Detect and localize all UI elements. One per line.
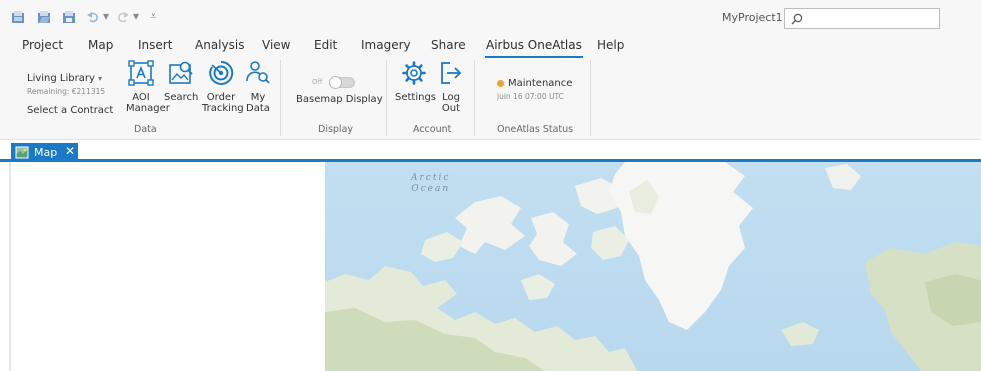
open-project-icon[interactable]: [37, 10, 51, 24]
account-group-label: Account: [413, 124, 452, 135]
display-group-label: Display: [318, 124, 354, 135]
living-library-dropdown[interactable]: Living Library ▾: [27, 73, 102, 84]
ocean-label-line-1: Arctic: [411, 173, 451, 183]
chevron-down-icon: ▾: [98, 74, 103, 83]
tab-edit[interactable]: Edit: [314, 37, 337, 53]
aoi-icon: [128, 60, 154, 86]
group-divider: [590, 60, 591, 136]
settings-button[interactable]: Settings: [395, 60, 437, 103]
mydata-label-1: My: [250, 92, 266, 103]
basemap[interactable]: Arctic Ocean: [325, 162, 981, 371]
remaining-balance: Remaining: €211315: [27, 87, 106, 96]
ocean-label-line-2: Ocean: [411, 184, 451, 194]
living-library-label: Living Library: [27, 73, 95, 84]
tab-map-view[interactable]: Map ✕: [11, 143, 78, 162]
ribbon: Living Library ▾ Remaining: €211315 Sele…: [0, 58, 981, 140]
map-icon: [15, 146, 29, 159]
map-tab-label: Map: [34, 146, 58, 159]
status-time: juin 16 07:00 UTC: [497, 92, 564, 101]
status-indicator: [497, 80, 504, 87]
toggle-state-label: Off: [312, 78, 323, 86]
select-contract-button[interactable]: Select a Contract: [27, 105, 113, 116]
order-label-1: Order: [206, 92, 236, 103]
new-project-icon[interactable]: [11, 10, 25, 24]
aoi-manager-button[interactable]: AOI Manager: [126, 60, 170, 114]
group-divider: [386, 60, 387, 136]
group-divider: [474, 60, 475, 136]
redo-dropdown-icon[interactable]: ▾: [133, 8, 139, 24]
logout-label-1: Log: [442, 92, 460, 103]
search-icon: [791, 13, 803, 25]
logout-label-2: Out: [441, 103, 461, 114]
search-label: Search: [164, 92, 199, 103]
mydata-label-2: Data: [246, 103, 270, 114]
command-search[interactable]: [784, 8, 940, 29]
order-tracking-button[interactable]: Order Tracking: [202, 60, 244, 114]
tab-help[interactable]: Help: [597, 37, 624, 53]
order-label-2: Tracking: [202, 103, 244, 114]
gear-icon: [402, 61, 426, 85]
aoi-label-2: Manager: [126, 103, 170, 114]
search-button[interactable]: Search: [164, 60, 198, 103]
save-project-icon[interactable]: [62, 10, 76, 24]
tab-view[interactable]: View: [262, 37, 290, 53]
basemap-display-label: Basemap Display: [296, 94, 383, 105]
image-search-icon: [169, 61, 193, 84]
command-search-input[interactable]: [807, 11, 935, 26]
redo-icon[interactable]: [116, 10, 130, 24]
tab-project[interactable]: Project: [22, 37, 63, 53]
tab-airbus-oneatlas[interactable]: Airbus OneAtlas: [485, 37, 583, 59]
status-text: Maintenance: [508, 78, 573, 89]
toggle-knob: [329, 76, 342, 89]
order-tracking-icon: [209, 60, 234, 85]
tab-map[interactable]: Map: [88, 37, 113, 53]
tab-analysis[interactable]: Analysis: [195, 37, 244, 53]
status-group-label: OneAtlas Status: [497, 124, 574, 135]
my-data-icon: [246, 61, 270, 84]
data-group-label: Data: [134, 124, 157, 135]
tab-insert[interactable]: Insert: [138, 37, 172, 53]
logout-button[interactable]: Log Out: [438, 60, 464, 114]
ocean-label: Arctic Ocean: [411, 173, 450, 195]
project-name: MyProject1: [722, 11, 783, 24]
undo-dropdown-icon[interactable]: ▾: [103, 8, 109, 24]
toggle-track: [329, 76, 355, 89]
settings-label: Settings: [395, 92, 437, 103]
customize-toolbar-icon[interactable]: ⩡: [150, 8, 157, 24]
group-divider: [280, 60, 281, 136]
close-icon[interactable]: ✕: [65, 144, 75, 159]
undo-icon[interactable]: [86, 10, 100, 24]
tab-imagery[interactable]: Imagery: [361, 37, 411, 53]
tab-share[interactable]: Share: [431, 37, 466, 53]
basemap-toggle[interactable]: Off: [312, 76, 356, 89]
logout-icon: [441, 62, 462, 84]
my-data-button[interactable]: My Data: [245, 60, 271, 114]
aoi-label-1: AOI: [132, 92, 150, 103]
ribbon-tabs: Project Map Insert Analysis View Edit Im…: [0, 34, 981, 59]
title-bar: ▾ ▾ ⩡ MyProject1: [0, 0, 981, 34]
